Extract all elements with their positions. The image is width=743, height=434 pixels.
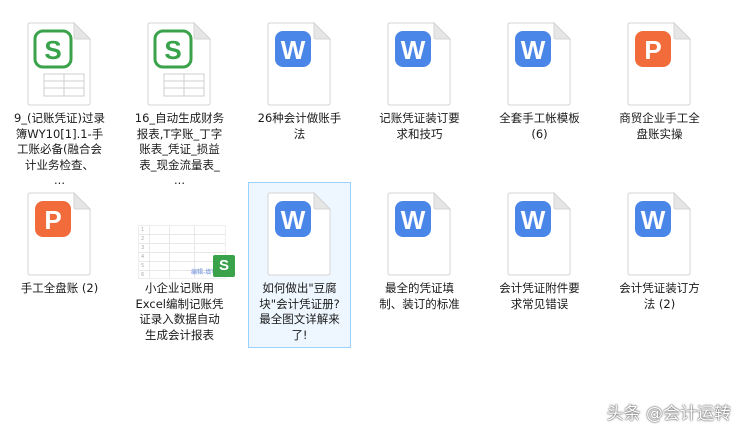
presentation-file-icon: P (9, 191, 110, 277)
svg-text:S: S (164, 35, 181, 65)
svg-text:W: W (521, 205, 546, 235)
file-item[interactable]: W 最全的凭证填 制、装订的标准 (368, 182, 471, 348)
file-name-label: 16_自动生成财务 报表,T字账_丁字 账表_凭证_损益 表_现金流量表_ ..… (134, 111, 225, 187)
svg-text:W: W (281, 205, 306, 235)
spreadsheet-file-icon: S (129, 21, 230, 107)
file-item[interactable]: P 手工全盘账 (2) (8, 182, 111, 348)
file-item[interactable]: W 会计凭证附件要 求常见错误 (488, 182, 591, 348)
file-item[interactable]: S 9_(记账凭证)过录 簿WY10[1].1-手 工账必备(融合会 计业务检查、… (8, 12, 111, 187)
file-name-label: 记账凭证装订要 求和技巧 (379, 111, 460, 141)
file-name-label: 手工全盘账 (2) (20, 281, 99, 295)
svg-text:W: W (281, 35, 306, 65)
svg-text:S: S (44, 35, 61, 65)
file-name-label: 如何做出"豆腐 块"会计凭证册? 最全图文详解来 了! (259, 281, 340, 342)
file-name-label: 全套手工帐模板 (6) (499, 111, 580, 141)
word-document-icon: W (249, 21, 350, 107)
svg-text:P: P (44, 205, 61, 235)
file-grid: S 9_(记账凭证)过录 簿WY10[1].1-手 工账必备(融合会 计业务检查、… (0, 0, 743, 434)
file-name-label: 会计凭证装订方 法 (2) (619, 281, 700, 311)
file-item[interactable]: W 如何做出"豆腐 块"会计凭证册? 最全图文详解来 了! (248, 182, 351, 348)
file-name-label: 最全的凭证填 制、装订的标准 (379, 281, 460, 311)
word-document-icon: W (609, 191, 710, 277)
file-item[interactable]: 1 2 3 4 5 6 编辑-填写 S 小企业记账用 Excel编制记账凭 证录入数据自动 生成… (128, 182, 235, 348)
presentation-file-icon: P (609, 21, 710, 107)
svg-text:W: W (401, 35, 426, 65)
file-name-label: 商贸企业手工全 盘账实操 (619, 111, 700, 141)
file-item[interactable]: W 26种会计做账手 法 (248, 12, 351, 178)
file-name-label: 26种会计做账手 法 (257, 111, 342, 141)
file-item[interactable]: P 商贸企业手工全 盘账实操 (608, 12, 711, 178)
spreadsheet-preview-thumbnail: 1 2 3 4 5 6 编辑-填写 S (129, 191, 235, 279)
file-item[interactable]: W 全套手工帐模板 (6) (488, 12, 591, 178)
word-document-icon: W (489, 191, 590, 277)
file-item[interactable]: W 记账凭证装订要 求和技巧 (368, 12, 471, 178)
file-name-label: 会计凭证附件要 求常见错误 (499, 281, 580, 311)
word-document-icon: W (489, 21, 590, 107)
file-name-label: 小企业记账用 Excel编制记账凭 证录入数据自动 生成会计报表 (135, 281, 224, 342)
file-item[interactable]: W 会计凭证装订方 法 (2) (608, 182, 711, 348)
svg-text:W: W (521, 35, 546, 65)
file-item[interactable]: S 16_自动生成财务 报表,T字账_丁字 账表_凭证_损益 表_现金流量表_ .… (128, 12, 231, 187)
word-document-icon: W (249, 191, 350, 277)
watermark: 头条 @会计运转 (606, 404, 731, 424)
word-document-icon: W (369, 191, 470, 277)
word-document-icon: W (369, 21, 470, 107)
svg-text:W: W (641, 205, 666, 235)
spreadsheet-app-icon: S (213, 255, 235, 277)
svg-text:P: P (644, 35, 661, 65)
file-name-label: 9_(记账凭证)过录 簿WY10[1].1-手 工账必备(融合会 计业务检查、 … (13, 111, 106, 187)
spreadsheet-file-icon: S (9, 21, 110, 107)
svg-text:W: W (401, 205, 426, 235)
